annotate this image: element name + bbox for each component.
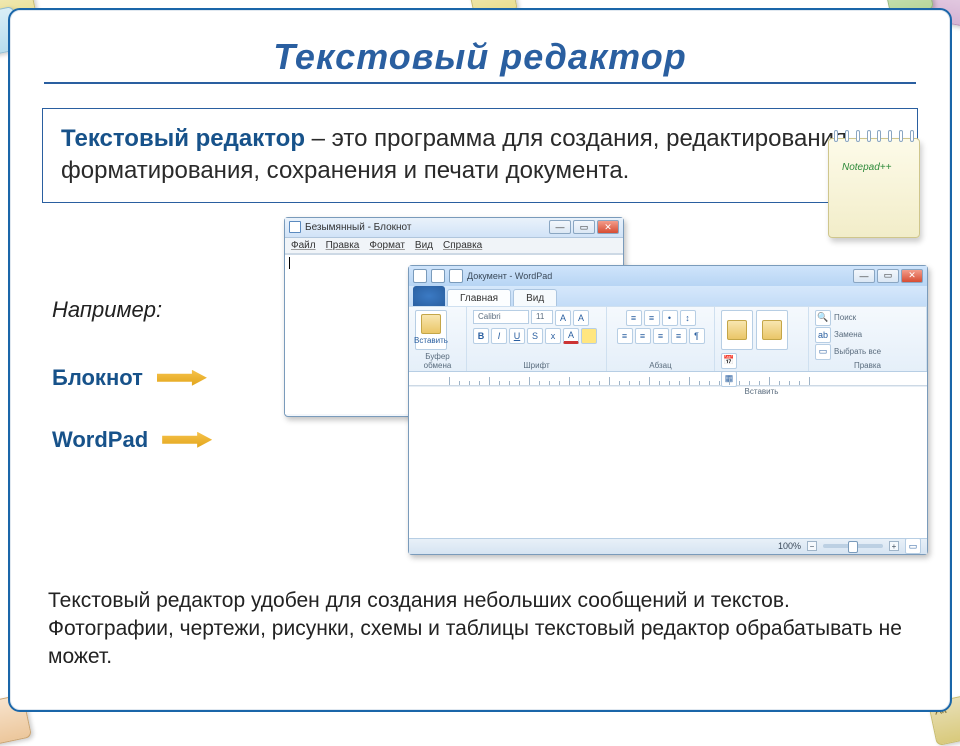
close-button[interactable]: ✕: [901, 269, 923, 283]
wordpad-window: Документ - WordPad — ▭ ✕ Главная Вид: [408, 265, 928, 555]
font-size-combo[interactable]: 11: [531, 310, 553, 324]
paste-button[interactable]: Вставить: [415, 310, 447, 350]
notepadpp-logo-text: Notepad++: [842, 162, 892, 173]
align-left-button[interactable]: ≡: [617, 328, 633, 344]
close-button[interactable]: ✕: [597, 220, 619, 234]
font-name-combo[interactable]: Calibri: [473, 310, 529, 324]
font-color-button[interactable]: A: [563, 328, 579, 344]
maximize-button[interactable]: ▭: [573, 220, 595, 234]
replace-label[interactable]: Замена: [834, 330, 862, 339]
wordpad-quick-access: Документ - WordPad — ▭ ✕: [409, 266, 927, 286]
bold-button[interactable]: B: [473, 328, 489, 344]
strike-button[interactable]: S: [527, 328, 543, 344]
wordpad-tabs: Главная Вид: [409, 286, 927, 306]
example-label: Например:: [52, 297, 212, 323]
shrink-font-button[interactable]: A: [573, 310, 589, 326]
content-area: Например: Блокнот WordPad Безымянный - Б…: [42, 217, 918, 577]
notepad-menubar: Файл Правка Формат Вид Справка: [285, 238, 623, 254]
insert-picture-button[interactable]: [721, 310, 753, 350]
increase-indent-button[interactable]: ≡: [644, 310, 660, 326]
slide-title: Текстовый редактор: [44, 36, 916, 84]
bottom-paragraph: Текстовый редактор удобен для создания н…: [48, 587, 912, 672]
notepad-title-text: Безымянный - Блокнот: [305, 222, 411, 233]
undo-icon[interactable]: [431, 269, 445, 283]
app-line-notepad: Блокнот: [52, 365, 212, 391]
grow-font-button[interactable]: A: [555, 310, 571, 326]
wordpad-ribbon: Вставить Буфер обмена Calibri 11 A A: [409, 306, 927, 372]
app-name-notepad: Блокнот: [52, 365, 143, 391]
group-label-font: Шрифт: [473, 361, 600, 370]
justify-button[interactable]: ≡: [671, 328, 687, 344]
decrease-indent-button[interactable]: ≡: [626, 310, 642, 326]
arrow-icon: [157, 370, 207, 386]
app-name-wordpad: WordPad: [52, 427, 148, 453]
document-icon: [289, 221, 301, 233]
definition-box: Текстовый редактор – это программа для с…: [42, 108, 918, 203]
wordpad-text-area[interactable]: [409, 386, 927, 538]
insert-drawing-button[interactable]: [756, 310, 788, 350]
line-spacing-button[interactable]: ↕: [680, 310, 696, 326]
tab-view[interactable]: Вид: [513, 289, 557, 306]
group-label-insert: Вставить: [721, 387, 802, 396]
menu-help[interactable]: Справка: [443, 240, 482, 251]
text-cursor: [289, 257, 290, 269]
zoom-slider[interactable]: [823, 544, 883, 548]
paint-icon: [762, 320, 782, 340]
insert-date-button[interactable]: 📅: [721, 353, 737, 369]
clipboard-icon: [421, 314, 441, 334]
zoom-in-button[interactable]: +: [889, 541, 899, 551]
zoom-value: 100%: [778, 541, 801, 551]
underline-button[interactable]: U: [509, 328, 525, 344]
view-mode-icon[interactable]: ▭: [905, 538, 921, 554]
minimize-button[interactable]: —: [549, 220, 571, 234]
paragraph-button[interactable]: ¶: [689, 328, 705, 344]
align-right-button[interactable]: ≡: [653, 328, 669, 344]
wordpad-ruler[interactable]: [409, 372, 927, 386]
slide-frame: Текстовый редактор Текстовый редактор – …: [8, 8, 952, 712]
definition-term: Текстовый редактор: [61, 125, 305, 152]
menu-file[interactable]: Файл: [291, 240, 316, 251]
notepad-titlebar[interactable]: Безымянный - Блокнот — ▭ ✕: [285, 218, 623, 238]
wordpad-statusbar: 100% − + ▭: [409, 538, 927, 554]
zoom-out-button[interactable]: −: [807, 541, 817, 551]
subscript-button[interactable]: x: [545, 328, 561, 344]
menu-format[interactable]: Формат: [369, 240, 405, 251]
redo-icon[interactable]: [449, 269, 463, 283]
app-line-wordpad: WordPad: [52, 427, 212, 453]
select-all-icon[interactable]: ▭: [815, 344, 831, 360]
find-label[interactable]: Поиск: [834, 313, 856, 322]
minimize-button[interactable]: —: [853, 269, 875, 283]
highlight-button[interactable]: [581, 328, 597, 344]
bullets-button[interactable]: •: [662, 310, 678, 326]
maximize-button[interactable]: ▭: [877, 269, 899, 283]
group-label-paragraph: Абзац: [613, 361, 708, 370]
replace-icon[interactable]: ab: [815, 327, 831, 343]
wordpad-title-text: Документ - WordPad: [467, 271, 552, 281]
group-label-edit: Правка: [815, 361, 920, 370]
find-icon[interactable]: 🔍: [815, 310, 831, 326]
align-center-button[interactable]: ≡: [635, 328, 651, 344]
tab-home[interactable]: Главная: [447, 289, 511, 306]
examples-column: Например: Блокнот WordPad: [52, 297, 212, 489]
app-menu-button[interactable]: [413, 286, 445, 306]
arrow-icon: [162, 432, 212, 448]
group-label-clipboard: Буфер обмена: [415, 352, 460, 370]
save-icon[interactable]: [413, 269, 427, 283]
picture-icon: [727, 320, 747, 340]
select-all-label[interactable]: Выбрать все: [834, 347, 881, 356]
menu-view[interactable]: Вид: [415, 240, 433, 251]
italic-button[interactable]: I: [491, 328, 507, 344]
menu-edit[interactable]: Правка: [326, 240, 360, 251]
